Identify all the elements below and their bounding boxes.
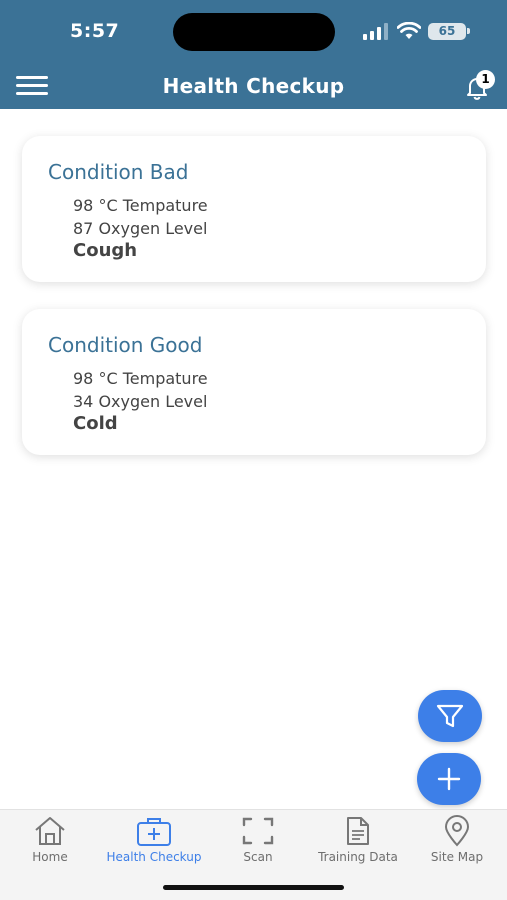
nav-scan[interactable]: Scan — [230, 810, 286, 870]
home-icon — [35, 817, 65, 845]
health-record-card[interactable]: Condition Bad 98 °C Tempature 87 Oxygen … — [22, 136, 486, 282]
add-record-button[interactable] — [417, 753, 481, 805]
symptom-label: Cold — [73, 413, 118, 434]
status-bar: 5:57 65 — [0, 0, 507, 64]
battery-tip — [467, 28, 470, 34]
plus-icon — [437, 767, 461, 791]
medical-kit-icon — [137, 818, 171, 846]
condition-title: Condition Good — [48, 333, 203, 357]
symptom-label: Cough — [73, 240, 138, 261]
nav-site-map[interactable]: Site Map — [424, 810, 490, 870]
nav-health-checkup[interactable]: Health Checkup — [100, 810, 208, 870]
condition-title: Condition Bad — [48, 160, 189, 184]
document-icon — [347, 817, 369, 845]
nav-label: Scan — [243, 850, 273, 864]
oxygen-level-value: 34 Oxygen Level — [73, 392, 208, 411]
health-record-card[interactable]: Condition Good 98 °C Tempature 34 Oxygen… — [22, 309, 486, 455]
nav-label: Training Data — [318, 850, 398, 864]
filter-icon — [436, 704, 464, 728]
cellular-signal-icon — [363, 23, 388, 40]
temperature-value: 98 °C Tempature — [73, 369, 208, 388]
home-indicator — [163, 885, 344, 890]
oxygen-level-value: 87 Oxygen Level — [73, 219, 208, 238]
nav-training-data[interactable]: Training Data — [310, 810, 406, 870]
notification-badge: 1 — [476, 70, 495, 89]
temperature-value: 98 °C Tempature — [73, 196, 208, 215]
filter-button[interactable] — [418, 690, 482, 742]
nav-label: Site Map — [430, 850, 484, 864]
dynamic-island — [173, 13, 335, 51]
battery-indicator: 65 — [428, 23, 466, 40]
status-time: 5:57 — [70, 20, 120, 42]
nav-label: Health Checkup — [106, 850, 202, 864]
nav-home[interactable]: Home — [20, 810, 80, 870]
wifi-icon — [397, 22, 421, 39]
scan-icon — [242, 817, 274, 845]
page-title: Health Checkup — [162, 74, 345, 98]
app-header: 5:57 65 Health Checkup 1 — [0, 0, 507, 109]
location-pin-icon — [444, 815, 470, 847]
nav-label: Home — [32, 850, 68, 864]
